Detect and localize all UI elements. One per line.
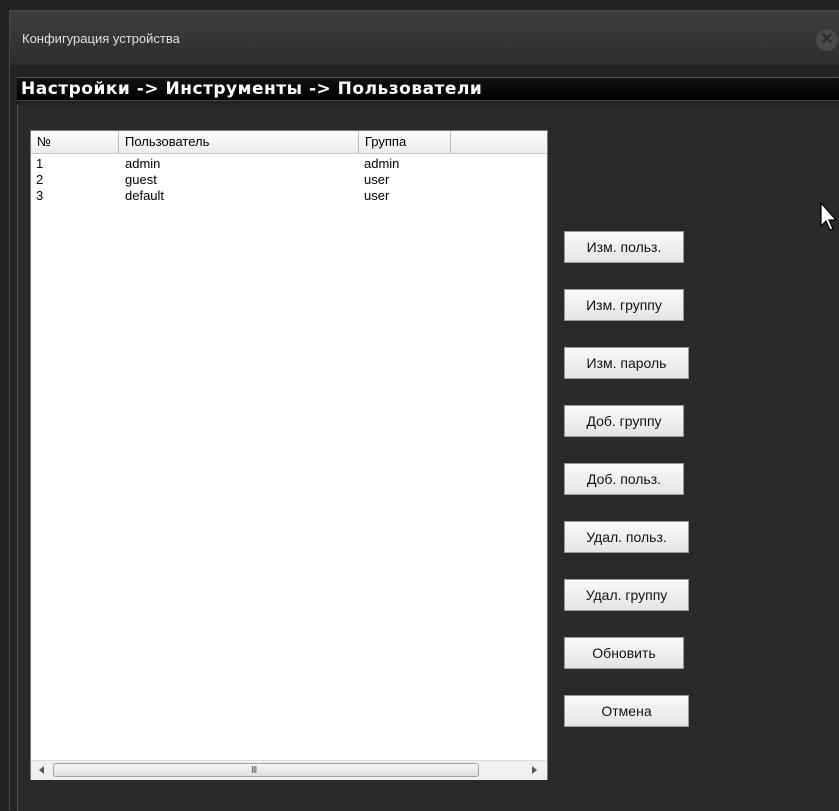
- scrollbar-grip: III: [251, 765, 257, 776]
- scrollbar-thumb[interactable]: III: [53, 763, 479, 777]
- breadcrumb: Настройки -> Инструменты -> Пользователи: [21, 79, 483, 99]
- config-window: Конфигурация устройства ✕ Настройки -> И…: [9, 10, 839, 811]
- chevron-left-icon[interactable]: [37, 765, 47, 775]
- delete-user-button[interactable]: Удал. польз.: [564, 521, 689, 553]
- section-header: Настройки -> Инструменты -> Пользователи: [17, 77, 839, 101]
- column-header-group[interactable]: Группа: [359, 131, 451, 153]
- row-user: admin: [125, 156, 161, 171]
- window-title: Конфигурация устройства: [22, 31, 180, 46]
- add-group-button[interactable]: Доб. группу: [564, 405, 684, 437]
- column-header-user[interactable]: Пользователь: [119, 131, 359, 153]
- horizontal-scrollbar[interactable]: III: [31, 760, 547, 780]
- refresh-button[interactable]: Обновить: [564, 637, 684, 669]
- row-user: guest: [125, 172, 157, 187]
- row-number: 2: [36, 172, 44, 187]
- mouse-pointer-icon: [820, 201, 839, 232]
- add-user-button[interactable]: Доб. польз.: [564, 463, 684, 495]
- table-row[interactable]: 2 guest user: [31, 172, 547, 188]
- chevron-right-icon[interactable]: [529, 765, 539, 775]
- content-area: № Пользователь Группа 1 admin admin 2 gu…: [17, 105, 839, 811]
- edit-password-button[interactable]: Изм. пароль: [564, 347, 689, 379]
- row-group: admin: [364, 156, 400, 171]
- row-number: 1: [36, 156, 44, 171]
- close-icon[interactable]: ✕: [816, 29, 838, 51]
- column-header-number[interactable]: №: [31, 131, 119, 153]
- title-bar: Конфигурация устройства ✕: [10, 11, 839, 65]
- row-number: 3: [36, 188, 44, 203]
- table-header: № Пользователь Группа: [31, 131, 547, 154]
- row-group: user: [364, 172, 390, 187]
- delete-group-button[interactable]: Удал. группу: [564, 579, 689, 611]
- users-table[interactable]: № Пользователь Группа 1 admin admin 2 gu…: [30, 130, 548, 780]
- edit-group-button[interactable]: Изм. группу: [564, 289, 684, 321]
- cancel-button[interactable]: Отмена: [564, 695, 689, 727]
- table-row[interactable]: 1 admin admin: [31, 156, 547, 172]
- edit-user-button[interactable]: Изм. польз.: [564, 231, 684, 263]
- row-user: default: [125, 188, 165, 203]
- row-group: user: [364, 188, 390, 203]
- table-row[interactable]: 3 default user: [31, 188, 547, 204]
